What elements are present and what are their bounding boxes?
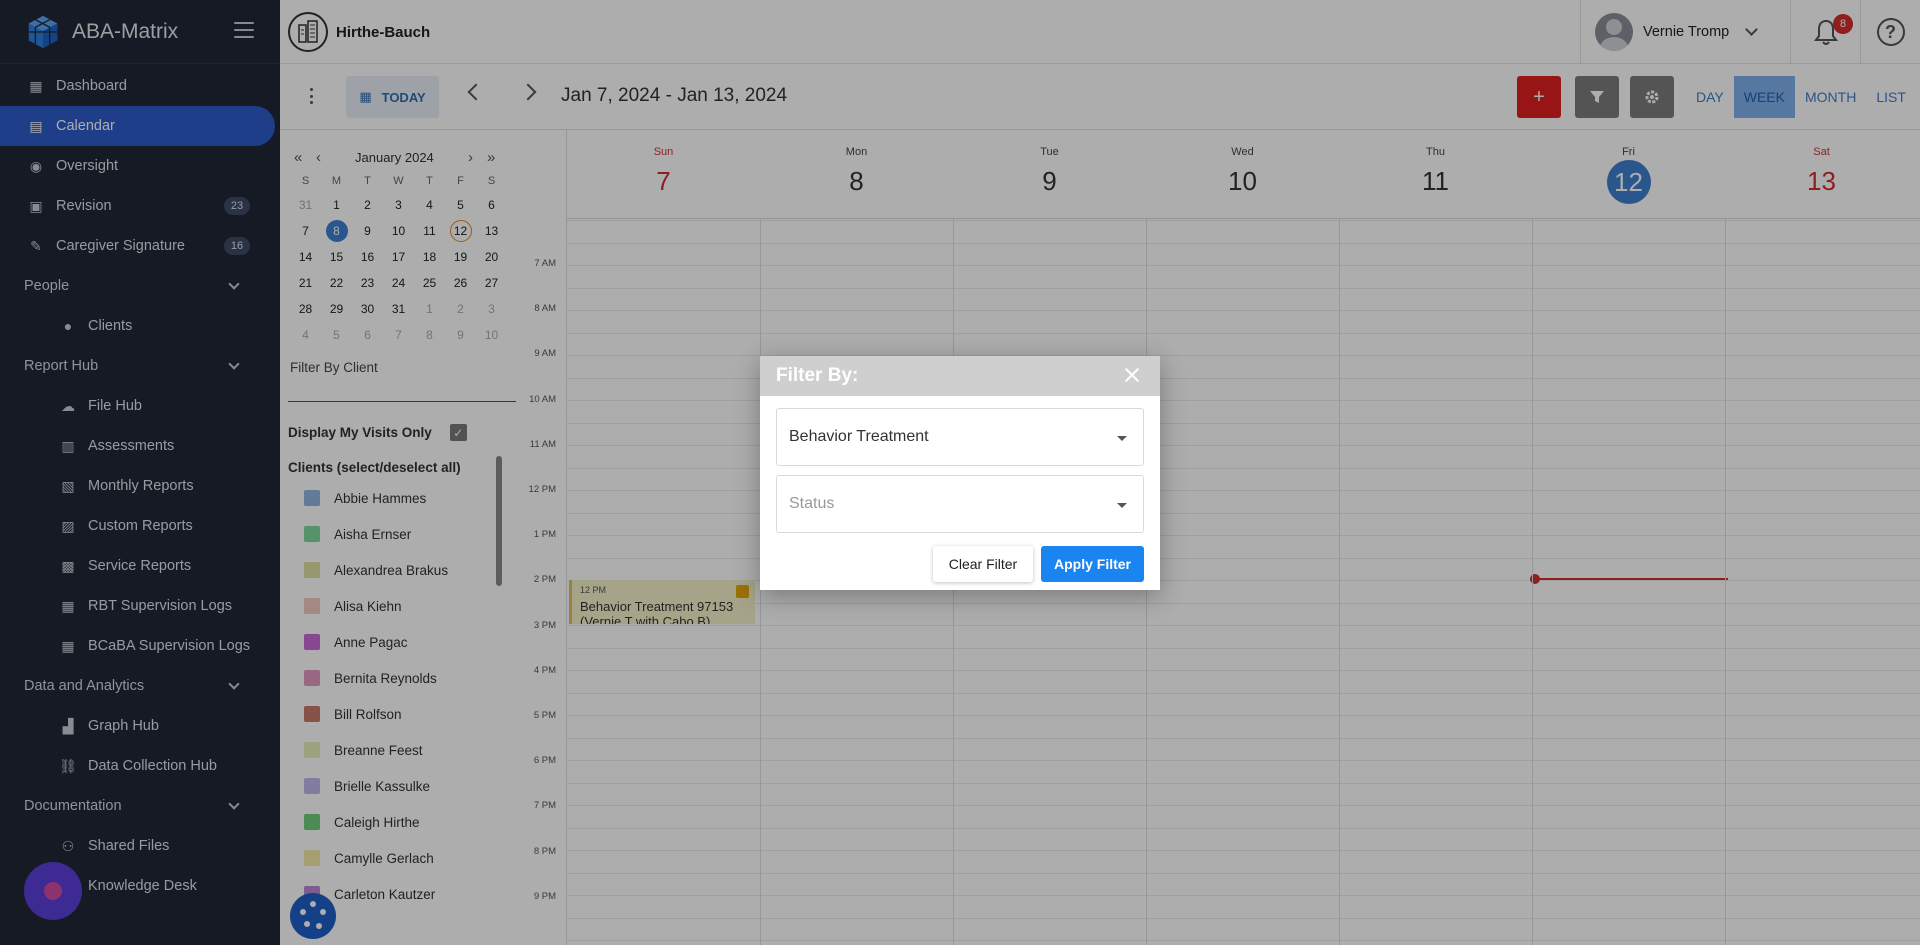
modal-title: Filter By: bbox=[776, 365, 859, 386]
caret-down-icon bbox=[1117, 436, 1127, 441]
caret-down-icon bbox=[1117, 503, 1127, 508]
apply-filter-button[interactable]: Apply Filter bbox=[1041, 546, 1144, 582]
clear-filter-button[interactable]: Clear Filter bbox=[933, 546, 1033, 582]
service-type-select[interactable]: Behavior Treatment bbox=[776, 408, 1144, 466]
modal-header: Filter By: bbox=[760, 356, 1160, 396]
filter-modal: Filter By: Behavior Treatment Status Cle… bbox=[760, 356, 1160, 590]
status-select[interactable]: Status bbox=[776, 475, 1144, 533]
close-icon[interactable] bbox=[1124, 367, 1140, 383]
